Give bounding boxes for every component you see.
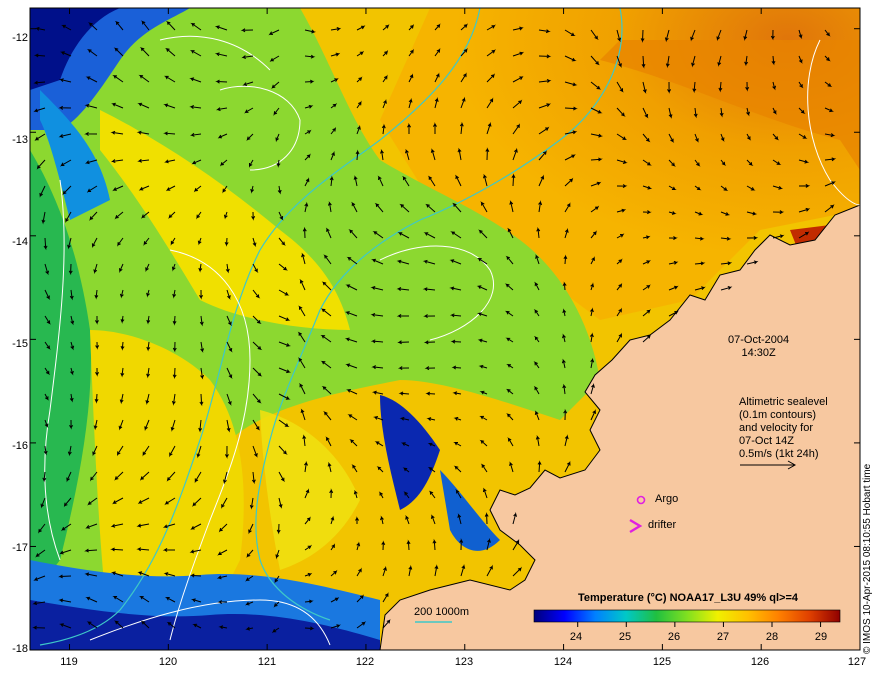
date-time-block: 07-Oct-2004 14:30Z <box>728 334 789 360</box>
colorbar-tick-label: 26 <box>667 631 681 643</box>
lon-label: 124 <box>553 656 573 668</box>
lat-label: -12 <box>12 32 28 44</box>
colorbar-title: Temperature (°C) NOAA17_L3U 49% ql>=4 <box>578 592 798 604</box>
lat-label: -17 <box>12 542 28 554</box>
lon-label: 127 <box>847 656 867 668</box>
altimetry-note: Altimetric sealevel (0.1m contours) and … <box>739 396 828 461</box>
colorbar-tick-label: 27 <box>716 631 730 643</box>
credit-text: © IMOS 10-Apr-2015 08:10:55 Hobart time <box>862 463 873 654</box>
lon-label: 121 <box>257 656 277 668</box>
colorbar-tick-label: 24 <box>569 631 583 643</box>
lat-label: -14 <box>12 236 28 248</box>
lat-label: -18 <box>12 643 28 655</box>
colorbar-tick-label: 28 <box>765 631 779 643</box>
argo-label: Argo <box>655 493 679 505</box>
lat-label: -16 <box>12 440 28 452</box>
lat-label: -13 <box>12 134 28 146</box>
colorbar-tick-label: 25 <box>618 631 632 643</box>
altimetry-line: 07-Oct 14Z <box>739 435 795 447</box>
altimetry-line: and velocity for <box>739 422 813 434</box>
altimetry-line: (0.1m contours) <box>739 409 817 421</box>
altimetry-line: Altimetric sealevel <box>739 396 828 408</box>
sst-map: -12 -13 -14 -15 -16 -17 -18 119 120 121 … <box>0 0 880 680</box>
lat-label: -15 <box>12 338 28 350</box>
time-label: 14:30Z <box>741 347 776 359</box>
isobath-legend-label: 200 1000m <box>414 606 470 618</box>
lon-label: 126 <box>750 656 770 668</box>
colorbar-bar <box>533 609 841 623</box>
drifter-label: drifter <box>648 519 677 531</box>
lon-label: 119 <box>60 656 78 668</box>
altimetry-line: 0.5m/s (1kt 24h) <box>739 448 819 460</box>
lon-label: 123 <box>454 656 474 668</box>
lon-label: 120 <box>158 656 178 668</box>
lon-label: 122 <box>355 656 375 668</box>
colorbar-tick-label: 29 <box>814 631 828 643</box>
lon-label: 125 <box>652 656 672 668</box>
date-label: 07-Oct-2004 <box>728 334 790 346</box>
